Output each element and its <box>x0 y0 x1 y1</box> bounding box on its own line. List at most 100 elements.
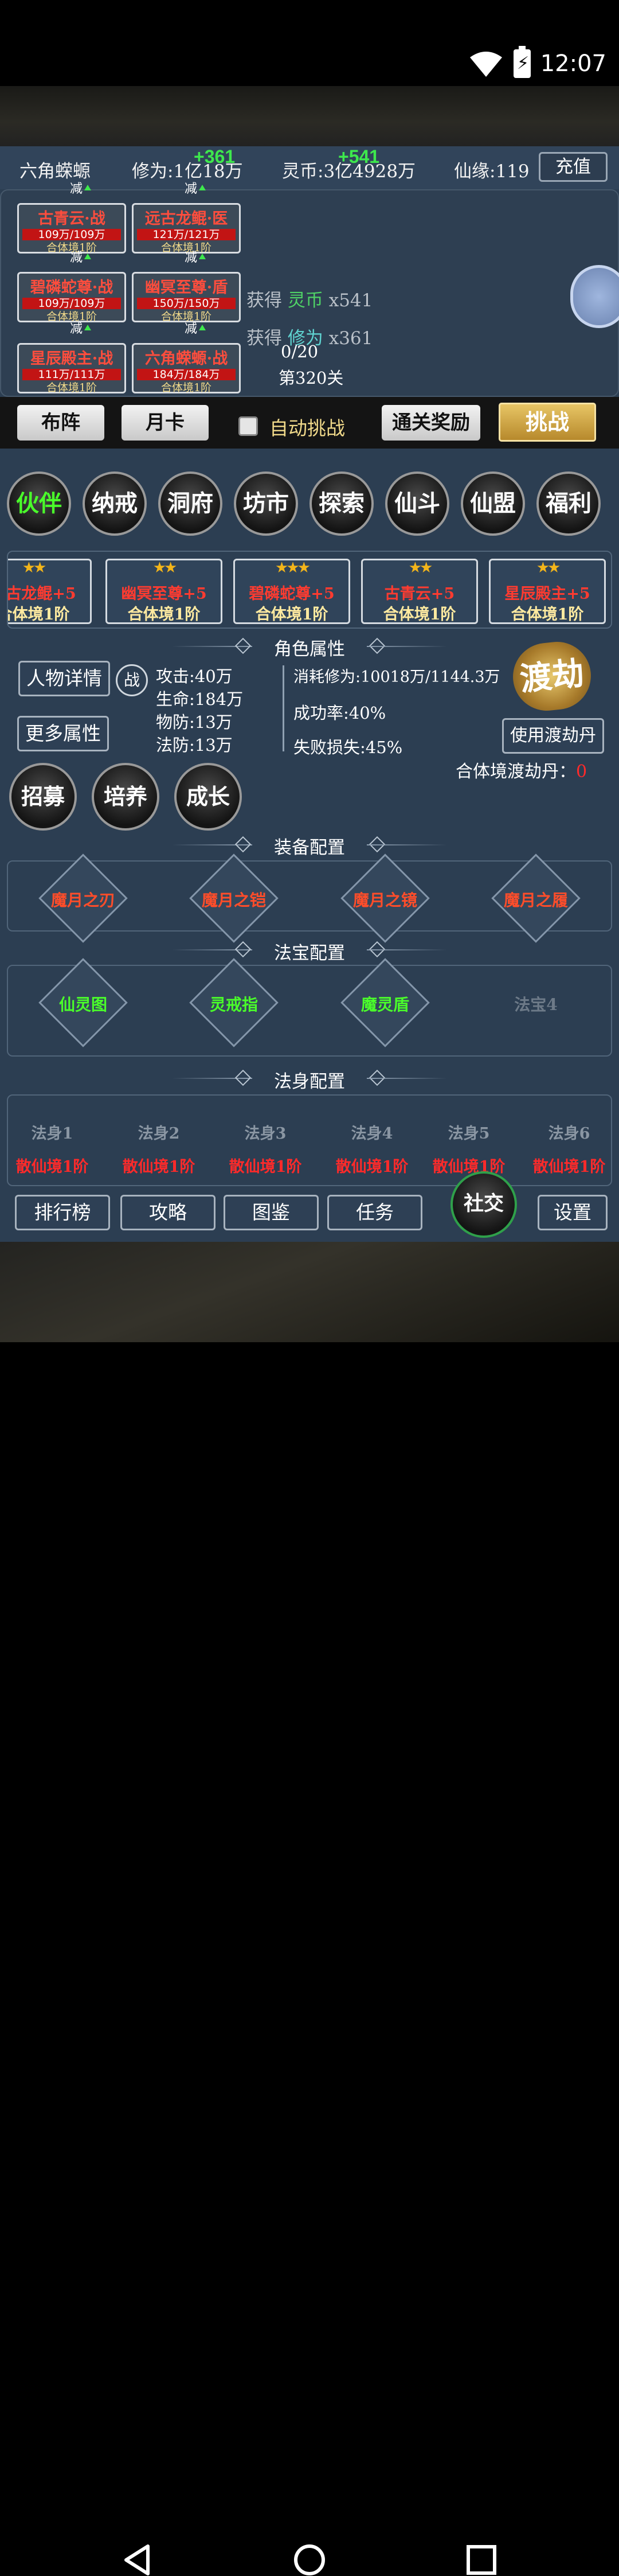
treasure-name[interactable]: 法宝4 <box>479 992 593 1015</box>
equipment-name: 魔月之刃 <box>50 891 115 910</box>
team-card-hp: 184万/184万 <box>137 369 236 380</box>
equipment-name: 魔月之镜 <box>352 891 417 910</box>
back-icon[interactable] <box>122 2544 154 2576</box>
divider <box>283 665 284 751</box>
team-card-name: 古青云·战 <box>38 210 105 228</box>
team-card-level: 合体境1阶 <box>160 381 212 394</box>
formation-button[interactable]: 布阵 <box>17 405 104 441</box>
clear-reward-button[interactable]: 通关奖励 <box>382 405 480 441</box>
divider <box>367 646 447 647</box>
tab-cave[interactable]: 洞府 <box>158 471 222 536</box>
team-card-level: 合体境1阶 <box>46 381 97 394</box>
growth-button[interactable]: 成长 <box>174 763 242 831</box>
recents-icon[interactable] <box>465 2544 497 2576</box>
reduce-button[interactable]: 减 <box>66 250 91 266</box>
class-badge: 战 <box>116 664 148 696</box>
body-slot[interactable]: 法身5 散仙境1阶 <box>420 1121 518 1176</box>
partner-name: 古青云+5 <box>384 585 455 603</box>
team-card[interactable]: 六角蝾螈·战 184万/184万 合体境1阶 <box>132 343 241 394</box>
recharge-button[interactable]: 充值 <box>539 152 608 182</box>
treasure-name: 灵戒指 <box>209 995 258 1014</box>
ranking-button[interactable]: 排行榜 <box>15 1195 110 1230</box>
partner-strip[interactable]: ★★ 远古龙鲲+5 合体境1阶 ★★ 幽冥至尊+5 合体境1阶 ★★★ 碧磷蛇尊… <box>7 551 612 629</box>
tab-partner[interactable]: 伙伴 <box>7 471 71 536</box>
guide-button[interactable]: 攻略 <box>120 1195 216 1230</box>
reduce-button[interactable]: 减 <box>181 321 206 337</box>
fate-value: 仙缘:119 <box>454 161 530 182</box>
body-slot[interactable]: 法身4 散仙境1阶 <box>323 1121 421 1176</box>
team-card[interactable]: 古青云·战 109万/109万 合体境1阶 <box>17 203 126 254</box>
system-navigation-bar <box>0 1256 619 2575</box>
recruit-button[interactable]: 招募 <box>9 763 77 831</box>
reduce-button[interactable]: 减 <box>66 181 91 197</box>
body-slot[interactable]: 法身1 散仙境1阶 <box>3 1121 101 1176</box>
partner-level: 合体境1阶 <box>255 606 328 623</box>
reduce-button[interactable]: 减 <box>66 321 91 337</box>
character-details-button[interactable]: 人物详情 <box>18 661 110 696</box>
team-card-hp: 109万/109万 <box>22 229 121 240</box>
codex-button[interactable]: 图鉴 <box>224 1195 319 1230</box>
resource-bar: 六角蝾螈 修为:1亿18万 +361 灵币:3亿4928万 +541 仙缘:11… <box>0 146 619 189</box>
background-art-top <box>0 86 619 146</box>
divider <box>367 1078 447 1079</box>
more-attributes-button[interactable]: 更多属性 <box>17 716 109 751</box>
settings-button[interactable]: 设置 <box>538 1195 608 1230</box>
partner-level: 合体境1阶 <box>127 606 201 623</box>
social-button[interactable]: 社交 <box>450 1171 517 1238</box>
tab-explore[interactable]: 探索 <box>310 471 374 536</box>
challenge-button[interactable]: 挑战 <box>499 403 596 442</box>
wifi-icon <box>470 52 502 77</box>
home-icon[interactable] <box>293 2544 326 2576</box>
life-stat: 生命:184万 <box>156 689 244 709</box>
coin-gain: +541 <box>338 146 380 167</box>
battery-charging-icon: ⚡ <box>514 46 531 78</box>
reduce-button[interactable]: 减 <box>181 250 206 266</box>
team-card[interactable]: 远古龙鲲·医 121万/121万 合体境1阶 <box>132 203 241 254</box>
player-name: 六角蝾螈 <box>19 161 91 182</box>
tab-duel[interactable]: 仙斗 <box>385 471 449 536</box>
tab-ring[interactable]: 纳戒 <box>83 471 147 536</box>
auto-challenge-checkbox[interactable] <box>238 416 258 436</box>
cultivation-gain: +361 <box>194 146 236 167</box>
monthly-card-button[interactable]: 月卡 <box>122 405 209 441</box>
partner-level: 合体境1阶 <box>511 606 584 623</box>
wave-counter: 0/20 <box>281 342 319 361</box>
floating-cube-icon[interactable] <box>570 265 619 328</box>
pill-count: 合体境渡劫丹：0 <box>456 762 587 782</box>
team-card-name: 六角蝾螈·战 <box>144 350 228 368</box>
body-slot[interactable]: 法身3 散仙境1阶 <box>217 1121 314 1176</box>
team-card-hp: 121万/121万 <box>137 229 236 240</box>
auto-challenge-label: 自动挑战 <box>269 417 345 439</box>
physical-defense-stat: 物防:13万 <box>156 712 233 732</box>
tab-welfare[interactable]: 福利 <box>536 471 601 536</box>
partner-card[interactable]: ★★ 幽冥至尊+5 合体境1阶 <box>105 559 222 624</box>
body-slot[interactable]: 法身6 散仙境1阶 <box>520 1121 618 1176</box>
partner-card[interactable]: ★★ 远古龙鲲+5 合体境1阶 <box>8 559 92 624</box>
team-card[interactable]: 幽冥至尊·盾 150万/150万 合体境1阶 <box>132 272 241 323</box>
equipment-name: 魔月之铠 <box>201 891 266 910</box>
section-title-equipment: 装备配置 <box>274 837 345 858</box>
body-slot[interactable]: 法身2 散仙境1阶 <box>110 1121 207 1176</box>
status-bar: ⚡ 12:07 <box>0 0 619 86</box>
star-icon: ★★ <box>152 559 178 576</box>
stage-number: 第320关 <box>279 368 344 388</box>
tasks-button[interactable]: 任务 <box>327 1195 422 1230</box>
partner-card[interactable]: ★★★ 碧磷蛇尊+5 合体境1阶 <box>233 559 350 624</box>
tab-alliance[interactable]: 仙盟 <box>461 471 525 536</box>
partner-card[interactable]: ★★ 古青云+5 合体境1阶 <box>361 559 478 624</box>
train-button[interactable]: 培养 <box>92 763 159 831</box>
team-card[interactable]: 星辰殿主·战 111万/111万 合体境1阶 <box>17 343 126 394</box>
reduce-button[interactable]: 减 <box>181 181 206 197</box>
treasure-name: 仙灵图 <box>58 995 107 1014</box>
team-card-hp: 111万/111万 <box>22 369 121 380</box>
partner-card[interactable]: ★★ 星辰殿主+5 合体境1阶 <box>489 559 606 624</box>
clock: 12:07 <box>540 50 606 77</box>
tab-market[interactable]: 坊市 <box>234 471 298 536</box>
star-icon: ★★ <box>408 559 433 576</box>
team-card[interactable]: 碧磷蛇尊·战 109万/109万 合体境1阶 <box>17 272 126 323</box>
partner-name: 碧磷蛇尊+5 <box>249 585 335 603</box>
partner-name: 幽冥至尊+5 <box>121 585 207 603</box>
use-pill-button[interactable]: 使用渡劫丹 <box>502 718 604 754</box>
section-title-body: 法身配置 <box>274 1071 345 1092</box>
success-rate-stat: 成功率:40% <box>293 703 386 723</box>
